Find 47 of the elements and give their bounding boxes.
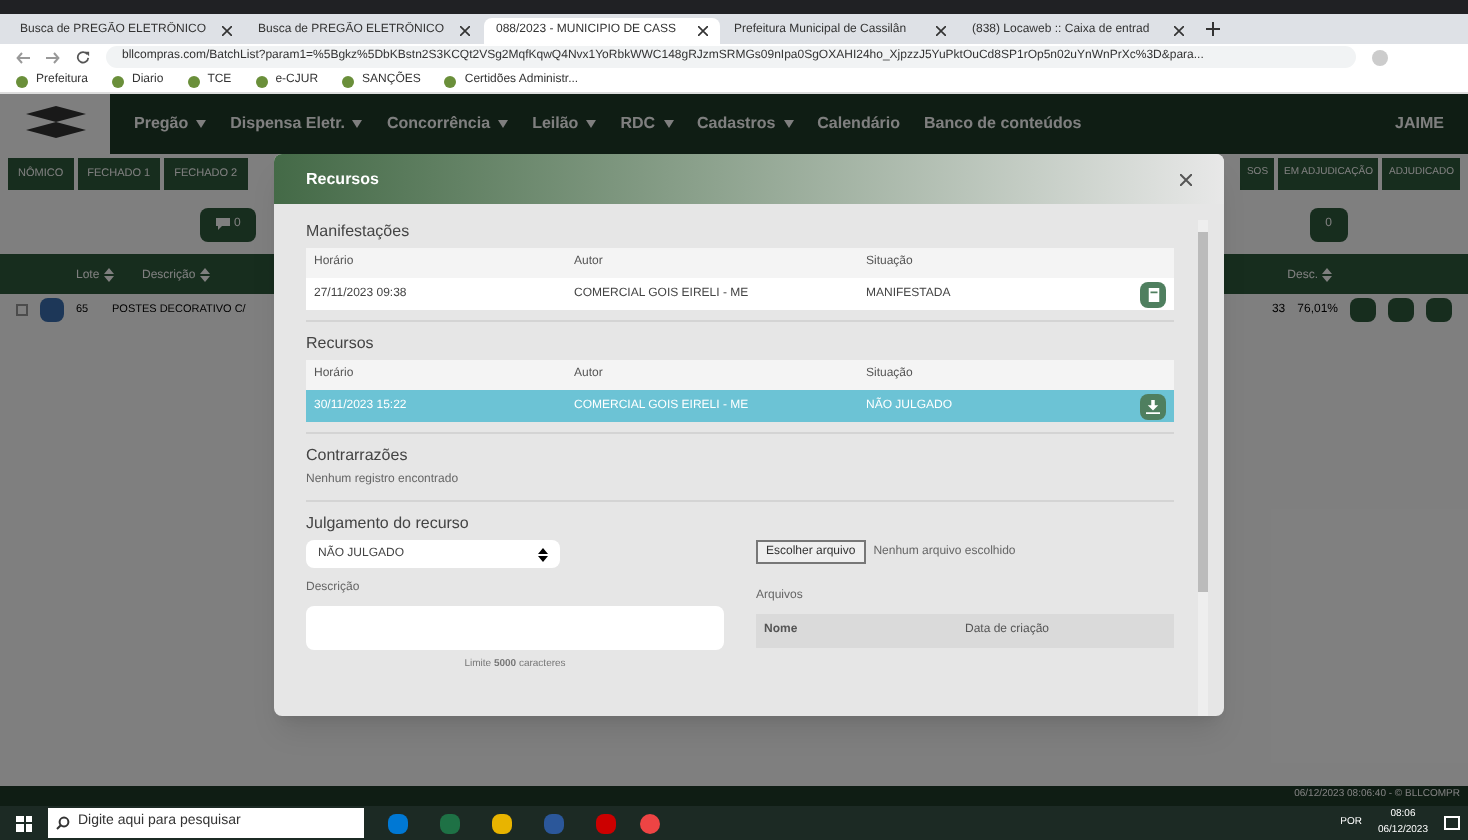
close-icon[interactable]: [222, 26, 232, 36]
close-icon[interactable]: [460, 26, 470, 36]
bookmark-icon: [16, 75, 28, 87]
section-heading: Julgamento do recurso: [306, 512, 471, 536]
bookmark-icon: [342, 75, 355, 87]
menu-item[interactable]: Banco de conteúdos: [924, 112, 1082, 136]
close-icon[interactable]: [1174, 26, 1184, 36]
back-icon[interactable]: [16, 51, 30, 63]
menu-item[interactable]: RDC: [620, 112, 674, 136]
bookmark-icon: [112, 75, 125, 87]
app-icon[interactable]: [492, 813, 512, 833]
close-icon[interactable]: [698, 26, 708, 36]
user-name[interactable]: JAIME: [1395, 112, 1444, 136]
section-heading: Recursos: [306, 332, 376, 356]
description-field[interactable]: [306, 606, 724, 650]
section-heading: Contrarrazões: [306, 444, 410, 468]
menu-item[interactable]: Calendário: [817, 112, 900, 136]
download-button[interactable]: [1140, 393, 1166, 419]
sort-icon: [1322, 267, 1332, 282]
scrollbar[interactable]: [1198, 220, 1208, 716]
close-icon[interactable]: [936, 26, 946, 36]
bookmark-icon: [255, 75, 268, 87]
notification-icon[interactable]: [1444, 816, 1460, 830]
menu-item[interactable]: Leilão: [532, 112, 597, 136]
search-icon: [56, 816, 70, 830]
app-icon[interactable]: [388, 813, 408, 833]
download-icon: [1146, 399, 1160, 413]
section-heading: Manifestações: [306, 220, 412, 244]
chat-icon: [216, 218, 230, 230]
sort-icon: [103, 267, 114, 282]
menu-item[interactable]: Concorrência: [386, 112, 509, 136]
modal-title: Recursos: [306, 167, 379, 191]
new-tab-icon[interactable]: [1206, 22, 1220, 36]
menu-item[interactable]: Pregão: [134, 112, 207, 136]
sort-icon: [199, 267, 210, 282]
forward-icon[interactable]: [46, 51, 60, 63]
menu-item[interactable]: Cadastros: [697, 112, 794, 136]
view-button[interactable]: [1140, 281, 1166, 307]
bookmark-icon: [444, 75, 457, 87]
close-icon[interactable]: [1180, 173, 1192, 185]
sort-icon: [538, 547, 548, 561]
reload-icon[interactable]: [76, 50, 90, 64]
menu-item[interactable]: Dispensa Eletr.: [230, 112, 363, 136]
document-icon: [1147, 287, 1159, 301]
windows-icon[interactable]: [16, 815, 32, 831]
row-checkbox[interactable]: [16, 304, 28, 316]
bookmark-icon: [187, 75, 200, 87]
